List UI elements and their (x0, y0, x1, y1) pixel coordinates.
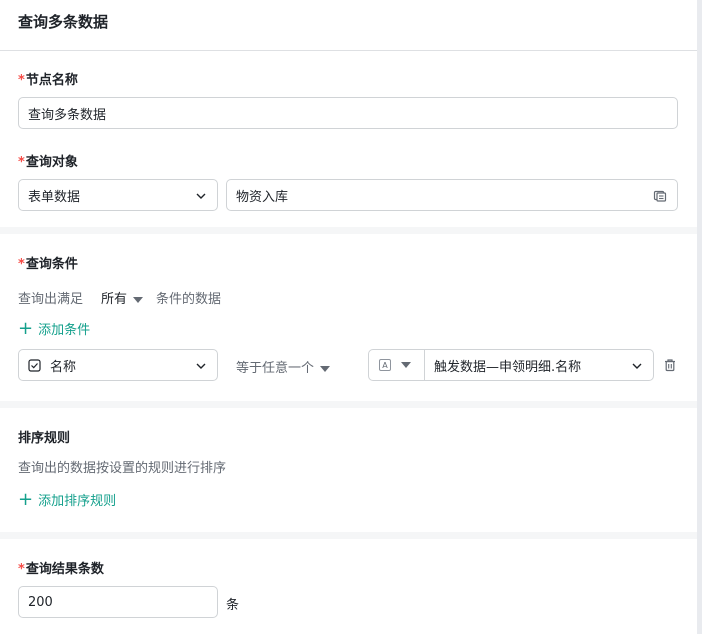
condition-mode-value: 所有 (101, 292, 128, 307)
title-divider (0, 50, 697, 51)
section-divider (0, 401, 697, 408)
scrollbar[interactable] (697, 0, 702, 634)
node-name-input[interactable]: 查询多条数据 (18, 97, 678, 129)
query-conditions-label: *查询条件 (18, 253, 78, 272)
condition-value-select[interactable]: 触发数据—申领明细.名称 (424, 349, 654, 381)
add-condition-label: 添加条件 (38, 323, 91, 338)
condition-operator-value: 等于任意一个 (236, 361, 315, 376)
text-type-icon: A (379, 359, 391, 371)
required-mark: * (18, 73, 25, 88)
section-divider (0, 532, 697, 539)
condition-prefix-text: 查询出满足 (18, 292, 84, 307)
caret-down-icon (133, 296, 144, 303)
result-count-unit: 条 (226, 598, 240, 613)
plus-icon: + (18, 317, 34, 339)
panel-title: 查询多条数据 (18, 13, 109, 31)
chevron-down-icon (196, 193, 206, 199)
query-source-select[interactable]: 表单数据 (18, 179, 218, 211)
result-count-label-text: 查询结果条数 (25, 562, 104, 577)
query-target-label: *查询对象 (18, 151, 78, 170)
condition-suffix-text: 条件的数据 (156, 292, 222, 307)
query-conditions-label-text: 查询条件 (25, 257, 78, 272)
result-count-label: *查询结果条数 (18, 558, 104, 577)
condition-value: 触发数据—申领明细.名称 (434, 359, 582, 375)
caret-down-icon (401, 362, 411, 368)
config-panel: 查询多条数据 *节点名称 查询多条数据 *查询对象 表单数据 物资入库 *查询条… (0, 0, 697, 634)
add-sort-rule-button[interactable]: + 添加排序规则 (18, 490, 116, 509)
condition-mode-dropdown[interactable]: 所有 (101, 288, 144, 307)
result-count-input[interactable]: 200 (18, 586, 218, 618)
sort-rules-label: 排序规则 (18, 431, 71, 446)
add-sort-rule-label: 添加排序规则 (38, 494, 117, 509)
required-mark: * (18, 257, 25, 272)
node-name-label-text: 节点名称 (25, 73, 78, 88)
sort-rules-description: 查询出的数据按设置的规则进行排序 (18, 461, 227, 476)
result-count-value: 200 (28, 594, 53, 610)
required-mark: * (18, 155, 25, 170)
required-mark: * (18, 562, 25, 577)
section-divider (0, 227, 697, 234)
form-picker-icon[interactable] (653, 189, 667, 203)
chevron-down-icon (196, 363, 206, 369)
form-select-value: 物资入库 (236, 189, 289, 205)
node-name-label: *节点名称 (18, 69, 78, 88)
condition-operator-dropdown[interactable]: 等于任意一个 (236, 357, 331, 376)
value-type-select[interactable]: A (368, 349, 425, 381)
caret-down-icon (320, 365, 331, 372)
query-source-value: 表单数据 (28, 189, 81, 205)
condition-field-value: 名称 (50, 359, 77, 375)
form-select-input[interactable]: 物资入库 (226, 179, 678, 211)
chevron-down-icon (632, 363, 642, 369)
add-condition-button[interactable]: + 添加条件 (18, 319, 90, 338)
plus-icon: + (18, 488, 34, 510)
condition-field-select[interactable]: 名称 (18, 349, 218, 381)
node-name-value: 查询多条数据 (28, 107, 107, 123)
checkbox-field-icon (28, 358, 41, 372)
query-target-label-text: 查询对象 (25, 155, 78, 170)
delete-condition-icon[interactable] (663, 358, 677, 372)
